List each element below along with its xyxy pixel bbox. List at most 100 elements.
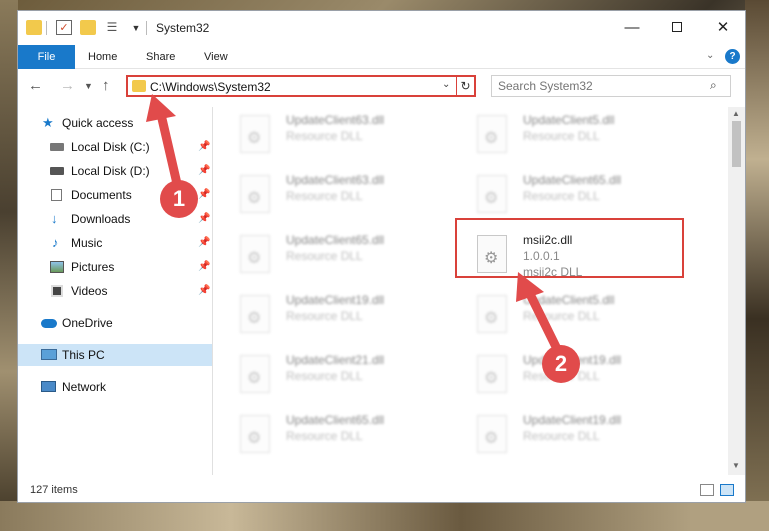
file-type: Resource DLL xyxy=(286,369,363,383)
sidebar-item-label: This PC xyxy=(62,348,105,362)
chevron-down-icon[interactable]: ▼ xyxy=(128,21,144,36)
list-item[interactable]: UpdateClient65.dll Resource DLL xyxy=(214,411,414,455)
file-name: UpdateClient19.dll xyxy=(523,413,622,427)
list-item[interactable]: UpdateClient63.dll Resource DLL xyxy=(214,171,414,215)
file-name: UpdateClient65.dll xyxy=(286,233,385,247)
list-item[interactable]: UpdateClient19.dll Resource DLL xyxy=(451,411,651,455)
navigation-pane: ★ Quick access Local Disk (C:) 📌 Local D… xyxy=(18,107,213,475)
file-list: UpdateClient63.dll Resource DLL UpdateCl… xyxy=(214,107,728,475)
search-input[interactable] xyxy=(498,78,698,94)
file-type: Resource DLL xyxy=(523,129,600,143)
pin-icon[interactable]: 📌 xyxy=(198,184,210,206)
refresh-icon[interactable]: ↻ xyxy=(456,75,474,97)
up-arrow-icon[interactable]: ↑ xyxy=(102,77,110,94)
list-item[interactable]: UpdateClient21.dll Resource DLL xyxy=(214,351,414,395)
file-name: UpdateClient5.dll xyxy=(523,293,615,307)
dll-file-icon xyxy=(477,415,507,453)
properties-check-icon[interactable]: ✓ xyxy=(56,20,72,35)
sidebar-item-label: Downloads xyxy=(71,212,131,226)
dll-file-icon xyxy=(240,115,270,153)
dll-file-icon xyxy=(477,115,507,153)
minimize-button[interactable]: — xyxy=(621,17,643,39)
sidebar-item-onedrive[interactable]: OneDrive xyxy=(18,312,212,334)
background-left xyxy=(0,0,18,531)
sidebar-item-videos[interactable]: Videos 📌 xyxy=(18,280,212,302)
list-item[interactable]: UpdateClient65.dll Resource DLL xyxy=(451,171,651,215)
pin-icon[interactable]: 📌 xyxy=(198,208,210,230)
list-item[interactable]: UpdateClient5.dll Resource DLL xyxy=(451,291,651,335)
file-type: Resource DLL xyxy=(523,429,600,443)
back-arrow-icon[interactable]: ← xyxy=(28,77,43,94)
dll-file-icon xyxy=(477,295,507,333)
list-item[interactable]: UpdateClient19.dll Resource DLL xyxy=(214,291,414,335)
file-type: Resource DLL xyxy=(286,129,363,143)
address-path[interactable]: C:\Windows\System32 xyxy=(150,80,271,94)
pin-icon[interactable]: 📌 xyxy=(198,232,210,254)
file-name: UpdateClient21.dll xyxy=(286,353,385,367)
help-icon[interactable]: ? xyxy=(725,49,740,64)
list-item[interactable]: UpdateClient65.dll Resource DLL xyxy=(214,231,414,275)
file-name: UpdateClient63.dll xyxy=(286,113,385,127)
videos-icon xyxy=(51,285,63,297)
quick-access-separator xyxy=(46,21,47,35)
sidebar-item-label: Pictures xyxy=(71,260,115,274)
file-name: UpdateClient63.dll xyxy=(286,173,385,187)
recent-locations-icon[interactable]: ▼ xyxy=(84,81,93,91)
customize-icon[interactable]: ☰ xyxy=(104,20,120,35)
large-icons-view-icon[interactable] xyxy=(720,484,734,496)
title-separator xyxy=(146,21,147,35)
sidebar-item-quick-access[interactable]: ★ Quick access xyxy=(18,112,212,134)
file-type: Resource DLL xyxy=(286,429,363,443)
ribbon-tabs: File Home Share View ⌄ ? xyxy=(18,45,745,69)
sidebar-item-label: Local Disk (C:) xyxy=(71,140,150,154)
address-bar[interactable]: C:\Windows\System32 ⌄ ↻ xyxy=(126,75,476,97)
list-item[interactable]: UpdateClient5.dll Resource DLL xyxy=(451,111,651,155)
computer-icon xyxy=(41,349,57,360)
pin-icon[interactable]: 📌 xyxy=(198,160,210,182)
sidebar-item-local-disk-d[interactable]: Local Disk (D:) 📌 xyxy=(18,160,212,182)
forward-arrow-icon[interactable]: → xyxy=(60,77,75,94)
close-button[interactable]: ✕ xyxy=(712,17,734,39)
file-name: UpdateClient19.dll xyxy=(286,293,385,307)
tab-file[interactable]: File xyxy=(18,45,75,69)
tab-share[interactable]: Share xyxy=(146,45,175,69)
pictures-icon xyxy=(50,261,64,273)
search-icon[interactable]: ⌕ xyxy=(710,78,717,93)
file-type: Resource DLL xyxy=(523,309,600,323)
tab-home[interactable]: Home xyxy=(88,45,117,69)
dll-file-icon xyxy=(477,175,507,213)
sidebar-item-local-disk-c[interactable]: Local Disk (C:) 📌 xyxy=(18,136,212,158)
sidebar-item-label: OneDrive xyxy=(62,316,113,330)
sidebar-item-this-pc[interactable]: This PC xyxy=(18,344,212,366)
expand-ribbon-icon[interactable]: ⌄ xyxy=(706,50,714,61)
tab-view[interactable]: View xyxy=(204,45,228,69)
sidebar-item-pictures[interactable]: Pictures 📌 xyxy=(18,256,212,278)
search-box[interactable]: ⌕ xyxy=(491,75,731,97)
documents-icon xyxy=(51,189,62,201)
sidebar-item-label: Local Disk (D:) xyxy=(71,164,150,178)
new-folder-icon[interactable] xyxy=(80,20,96,35)
scroll-up-icon[interactable]: ▲ xyxy=(732,109,740,118)
window-title: System32 xyxy=(156,21,210,35)
vertical-scrollbar[interactable]: ▲ ▼ xyxy=(728,107,745,475)
dll-file-icon xyxy=(240,175,270,213)
list-item[interactable]: UpdateClient63.dll Resource DLL xyxy=(214,111,414,155)
details-view-icon[interactable] xyxy=(700,484,714,496)
sidebar-item-label: Documents xyxy=(71,188,132,202)
file-type: Resource DLL xyxy=(286,249,363,263)
pin-icon[interactable]: 📌 xyxy=(198,280,210,302)
maximize-button[interactable] xyxy=(666,17,688,39)
address-dropdown-icon[interactable]: ⌄ xyxy=(442,79,450,90)
music-icon: ♪ xyxy=(52,235,59,250)
scrollbar-thumb[interactable] xyxy=(732,121,741,167)
pin-icon[interactable]: 📌 xyxy=(198,256,210,278)
scroll-down-icon[interactable]: ▼ xyxy=(732,461,740,470)
dll-file-icon xyxy=(240,295,270,333)
sidebar-item-network[interactable]: Network xyxy=(18,376,212,398)
folder-icon xyxy=(26,20,42,35)
title-bar: ✓ ☰ ▼ System32 — ✕ xyxy=(18,11,745,45)
pin-icon[interactable]: 📌 xyxy=(198,136,210,158)
item-count: 127 items xyxy=(30,484,78,496)
sidebar-item-music[interactable]: ♪ Music 📌 xyxy=(18,232,212,254)
drive-icon xyxy=(50,143,64,151)
